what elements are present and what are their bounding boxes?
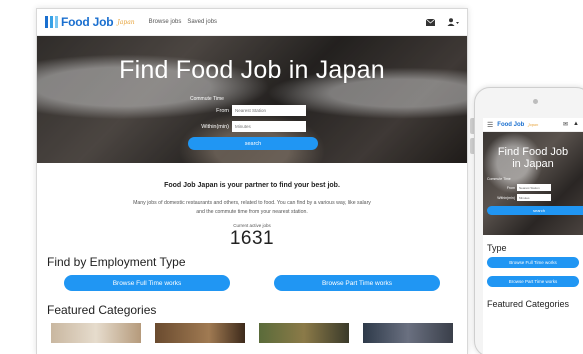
within-label: Within(min) xyxy=(201,123,229,130)
category-thumbnail[interactable] xyxy=(51,323,141,343)
hero-title: Find Food Job in Japan xyxy=(119,56,385,84)
minutes-input[interactable] xyxy=(232,121,306,132)
phone-minutes-input[interactable]: Minutes xyxy=(517,194,551,201)
phone-within-row: Within(min) Minutes xyxy=(487,194,551,201)
desktop-window: Food Job Japan Browse jobs Saved jobs Fi… xyxy=(36,8,468,354)
employment-section-title: Find by Employment Type xyxy=(47,255,186,269)
hero-banner: Find Food Job in Japan Commute Time From… xyxy=(37,36,467,163)
phone-hero-title-line-1: Find Food Job xyxy=(497,146,569,158)
brand-logo[interactable]: Food Job Japan xyxy=(45,15,135,29)
description-line-2: and the commute time from your nearest s… xyxy=(196,209,308,215)
phone-hero-title: Find Food Job in Japan xyxy=(483,146,583,170)
nav-browse-jobs[interactable]: Browse jobs xyxy=(149,19,182,25)
active-jobs-count: 1631 xyxy=(229,228,275,249)
phone-browse-full-time-button[interactable]: Browse Full Time works xyxy=(487,257,579,268)
employment-buttons: Browse Full Time works Browse Part Time … xyxy=(37,275,467,291)
hamburger-icon[interactable]: ☰ xyxy=(487,121,493,129)
phone-screen: ☰ Food Job Japan ✉ ▲ Find Food Job in Ja… xyxy=(483,118,583,354)
logo-mark xyxy=(45,16,58,28)
top-navbar: Food Job Japan Browse jobs Saved jobs xyxy=(37,9,467,36)
main-content: Food Job Japan is your partner to find y… xyxy=(37,163,467,343)
category-thumbnail[interactable] xyxy=(259,323,349,343)
phone-camera xyxy=(533,99,538,104)
phone-type-title: Type xyxy=(487,243,507,253)
phone-logo-text[interactable]: Food Job xyxy=(497,122,524,128)
phone-within-label: Within(min) xyxy=(497,195,515,200)
envelope-icon[interactable]: ✉ xyxy=(563,121,568,128)
category-thumbnail[interactable] xyxy=(155,323,245,343)
nav-saved-jobs[interactable]: Saved jobs xyxy=(187,19,217,25)
description-line-1: Many jobs of domestic restaurants and ot… xyxy=(133,200,371,206)
from-row: From xyxy=(189,105,306,116)
phone-featured-title: Featured Categories xyxy=(487,299,570,309)
phone-logo-script: Japan xyxy=(528,122,539,127)
within-row: Within(min) xyxy=(189,121,306,132)
search-button[interactable]: search xyxy=(188,137,318,150)
user-icon[interactable]: ▲ xyxy=(573,121,579,128)
logo-text: Food Job xyxy=(61,15,114,29)
browse-part-time-button[interactable]: Browse Part Time works xyxy=(274,275,440,291)
featured-section-title: Featured Categories xyxy=(47,303,157,317)
category-thumbnail[interactable] xyxy=(363,323,453,343)
phone-station-input[interactable]: Nearest Station xyxy=(517,184,551,191)
featured-thumbnails xyxy=(37,323,467,343)
envelope-icon[interactable] xyxy=(426,18,435,26)
commute-label: Commute Time xyxy=(190,96,224,102)
from-label: From xyxy=(216,107,229,114)
user-icon[interactable] xyxy=(447,18,459,26)
phone-commute-label: Commute Time xyxy=(487,177,511,181)
phone-hero-title-line-2: in Japan xyxy=(512,158,554,170)
tagline: Food Job Japan is your partner to find y… xyxy=(164,182,340,189)
phone-browse-part-time-button[interactable]: Browse Part Time works xyxy=(487,276,579,287)
phone-hero: Find Food Job in Japan Commute Time From… xyxy=(483,132,583,235)
description: Many jobs of domestic restaurants and ot… xyxy=(37,199,467,217)
phone-search-button[interactable]: search xyxy=(487,206,583,215)
phone-navbar: ☰ Food Job Japan ✉ ▲ xyxy=(483,118,583,132)
logo-script: Japan xyxy=(117,18,135,26)
phone-from-label: From xyxy=(506,185,515,190)
station-input[interactable] xyxy=(232,105,306,116)
phone-from-row: From Nearest Station xyxy=(487,184,551,191)
browse-full-time-button[interactable]: Browse Full Time works xyxy=(64,275,230,291)
